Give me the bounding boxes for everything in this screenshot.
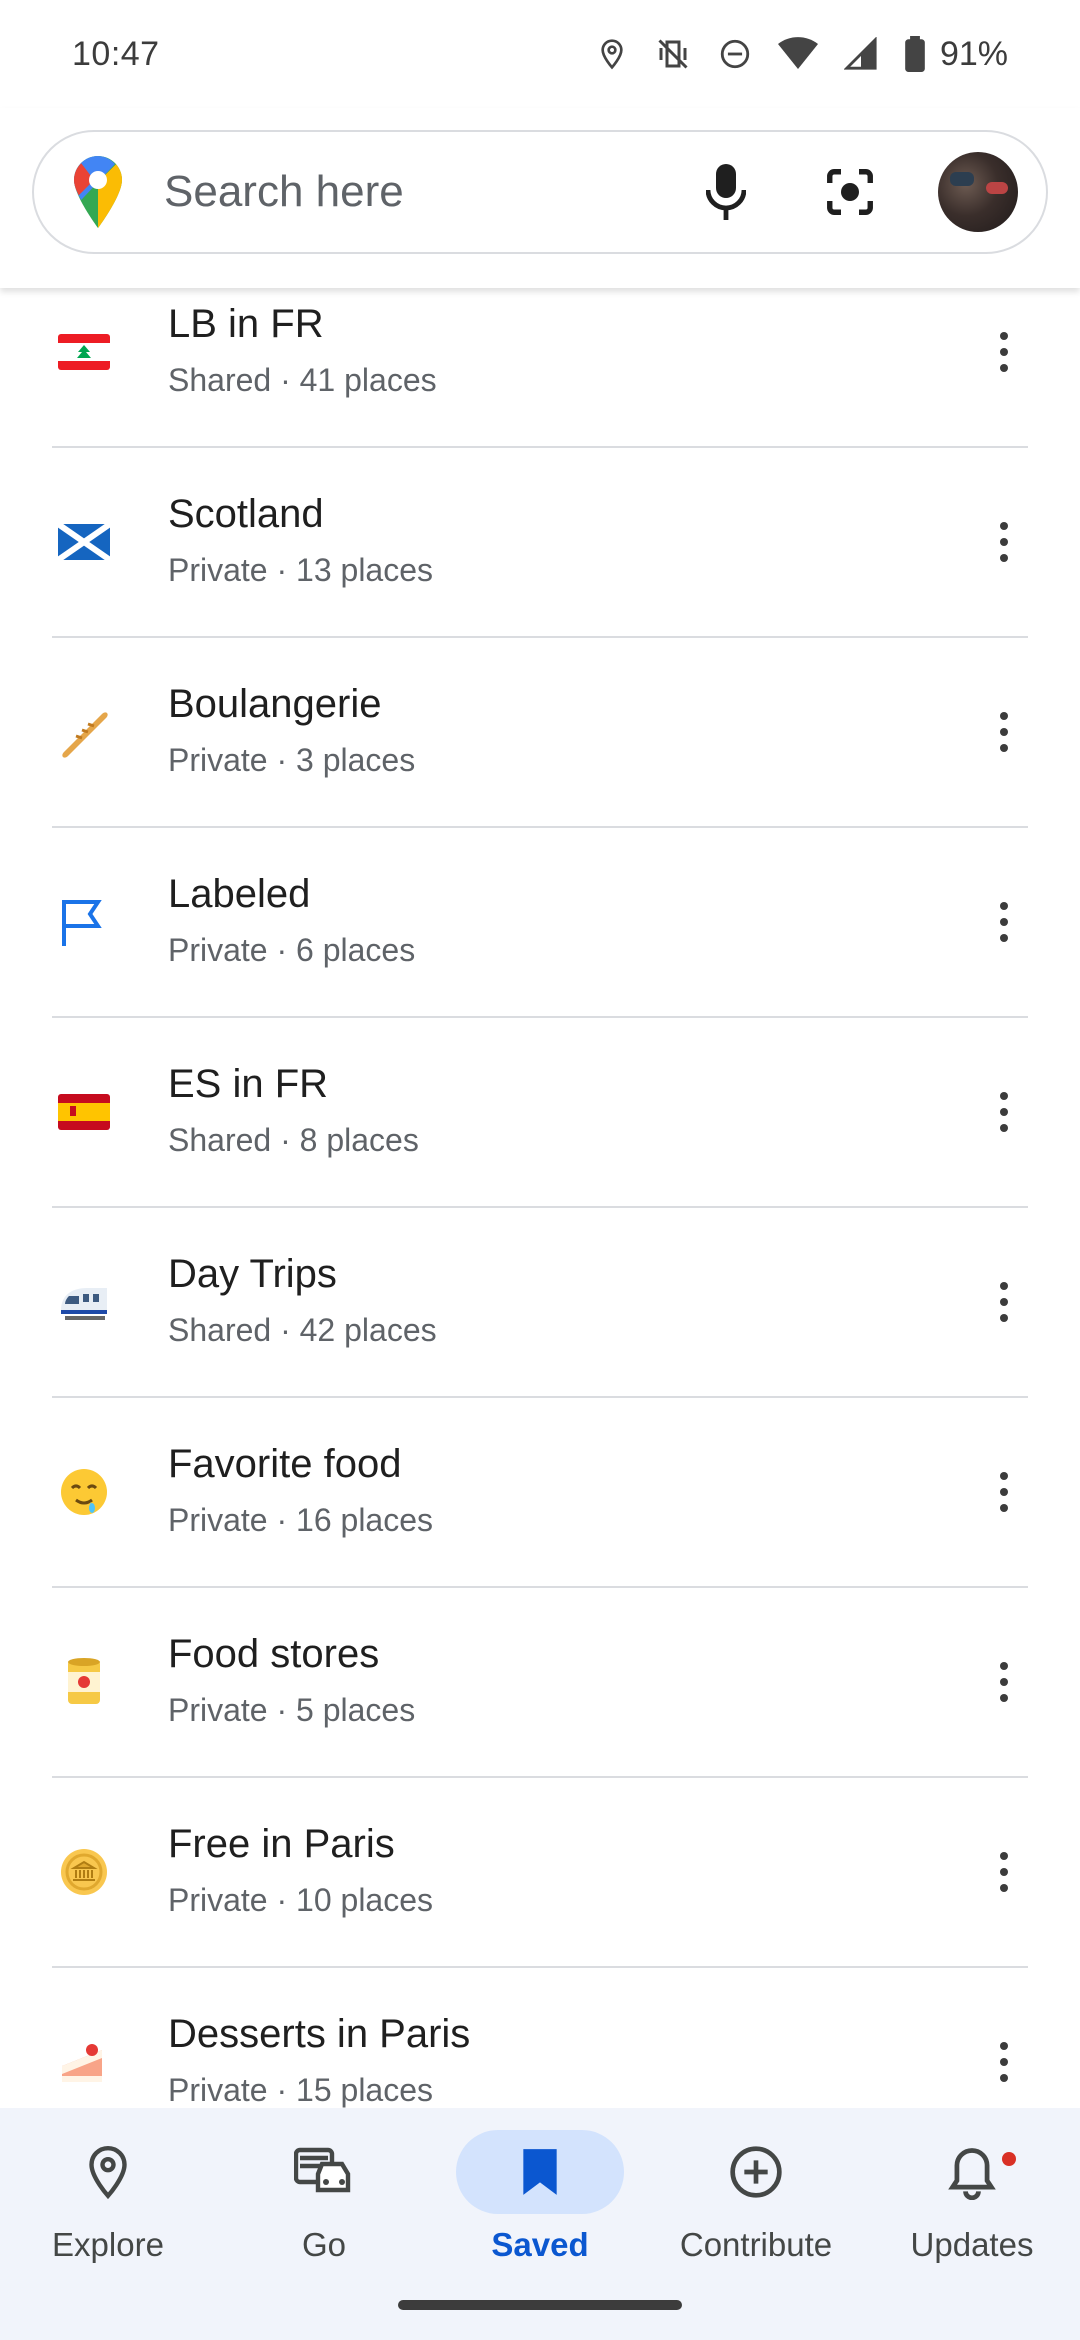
list-title: LB in FR (168, 302, 324, 346)
bell-icon (888, 2130, 1056, 2214)
status-bar: 10:47 91% (0, 0, 1080, 108)
wifi-icon (777, 37, 818, 69)
more-options-icon[interactable] (984, 512, 1024, 572)
list-item[interactable]: Labeled Private · 6 places (0, 828, 1080, 1018)
canned-food-icon (52, 1650, 116, 1714)
nav-explore[interactable]: Explore (0, 2122, 216, 2272)
list-item[interactable]: Free in Paris Private · 10 places (0, 1778, 1080, 1968)
list-subtitle: Shared · 8 places (168, 1122, 419, 1158)
more-options-icon[interactable] (984, 1462, 1024, 1522)
more-options-icon[interactable] (984, 1842, 1024, 1902)
baguette-icon (52, 700, 116, 764)
list-title: Free in Paris (168, 1822, 395, 1866)
list-title: Desserts in Paris (168, 2012, 471, 2056)
spain-flag-icon (52, 1080, 116, 1144)
list-title: ES in FR (168, 1062, 329, 1106)
list-item[interactable]: Day Trips Shared · 42 places (0, 1208, 1080, 1398)
nav-saved[interactable]: Saved (432, 2122, 648, 2272)
microphone-icon[interactable] (694, 160, 758, 224)
bookmark-icon (456, 2130, 624, 2214)
list-subtitle: Private · 6 places (168, 932, 416, 968)
do-not-disturb-icon (720, 39, 750, 69)
more-options-icon[interactable] (984, 322, 1024, 382)
add-circle-icon (672, 2130, 840, 2214)
nav-label: Go (301, 2226, 347, 2263)
home-indicator[interactable] (398, 2300, 682, 2310)
train-icon (52, 1270, 116, 1334)
coin-icon (52, 1840, 116, 1904)
signal-icon (843, 37, 877, 70)
list-subtitle: Private · 3 places (168, 742, 416, 778)
list-item[interactable]: Boulangerie Private · 3 places (0, 638, 1080, 828)
location-icon (601, 39, 623, 70)
more-options-icon[interactable] (984, 1272, 1024, 1332)
list-item[interactable]: Desserts in Paris Private · 15 places (0, 1968, 1080, 2108)
more-options-icon[interactable] (984, 892, 1024, 952)
bottom-navigation: Explore Go Saved Contribute Updates (0, 2108, 1080, 2340)
battery-icon (905, 36, 925, 72)
more-options-icon[interactable] (984, 1082, 1024, 1142)
list-subtitle: Private · 10 places (168, 1882, 434, 1918)
cake-icon (52, 2034, 116, 2098)
list-title: Food stores (168, 1632, 380, 1676)
list-subtitle: Shared · 42 places (168, 1312, 437, 1348)
label-flag-icon (52, 890, 116, 954)
list-subtitle: Private · 5 places (168, 1692, 416, 1728)
nav-contribute[interactable]: Contribute (648, 2122, 864, 2272)
list-subtitle: Private · 16 places (168, 1502, 434, 1538)
list-item[interactable]: Food stores Private · 5 places (0, 1588, 1080, 1778)
list-title: Favorite food (168, 1442, 402, 1486)
saved-lists: LB in FR Shared · 41 places Scotland Pri… (0, 288, 1080, 2108)
car-icon (240, 2130, 408, 2214)
scotland-flag-icon (52, 510, 116, 574)
list-item[interactable]: Favorite food Private · 16 places (0, 1398, 1080, 1588)
search-input[interactable]: Search here (164, 167, 694, 217)
list-title: Scotland (168, 492, 324, 536)
lebanon-flag-icon (52, 320, 116, 384)
list-subtitle: Private · 15 places (168, 2072, 434, 2108)
nav-label: Contribute (679, 2226, 833, 2263)
more-options-icon[interactable] (984, 2032, 1024, 2092)
list-subtitle: Shared · 41 places (168, 362, 437, 398)
list-subtitle: Private · 13 places (168, 552, 434, 588)
nav-updates[interactable]: Updates (864, 2122, 1080, 2272)
status-icons: 91% (596, 35, 1008, 74)
battery-percent: 91% (939, 34, 1008, 73)
nav-label: Explore (52, 2226, 164, 2263)
nav-label: Updates (910, 2226, 1034, 2263)
more-options-icon[interactable] (984, 702, 1024, 762)
vibrate-off-icon (658, 39, 688, 69)
avatar[interactable] (938, 152, 1018, 232)
list-title: Labeled (168, 872, 311, 916)
location-pin-icon (24, 2130, 192, 2214)
list-item[interactable]: ES in FR Shared · 8 places (0, 1018, 1080, 1208)
list-item[interactable]: Scotland Private · 13 places (0, 448, 1080, 638)
search-header: Search here (0, 108, 1080, 288)
google-lens-icon[interactable] (818, 160, 882, 224)
status-time: 10:47 (72, 34, 160, 73)
nav-label: Saved (491, 2226, 589, 2263)
more-options-icon[interactable] (984, 1652, 1024, 1712)
google-maps-logo-icon (74, 156, 122, 228)
notification-dot (1002, 2152, 1016, 2166)
drooling-face-icon (52, 1460, 116, 1524)
nav-go[interactable]: Go (216, 2122, 432, 2272)
search-bar[interactable]: Search here (32, 130, 1048, 254)
list-title: Boulangerie (168, 682, 382, 726)
list-title: Day Trips (168, 1252, 337, 1296)
